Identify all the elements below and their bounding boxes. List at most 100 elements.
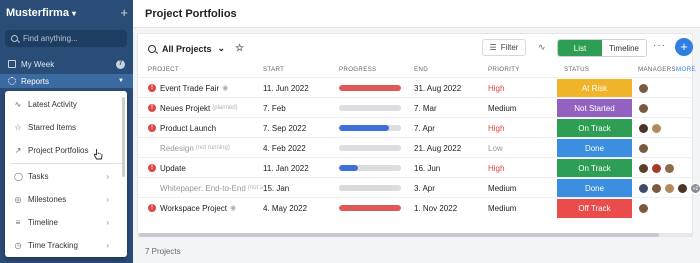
column-progress[interactable]: PROGRESS bbox=[339, 66, 376, 73]
column-more-link[interactable]: MORE bbox=[676, 66, 696, 73]
column-managers[interactable]: MANAGERS bbox=[638, 66, 676, 73]
status-cell[interactable]: Not Started bbox=[557, 98, 632, 118]
chart-icon: ↗ bbox=[14, 145, 22, 155]
activity-icon[interactable]: ∿ bbox=[538, 42, 546, 53]
start-date: 7. Sep 2022 bbox=[263, 123, 307, 133]
start-date: 11. Jun 2022 bbox=[263, 83, 309, 93]
avatar[interactable] bbox=[638, 102, 649, 114]
status-cell[interactable]: At Risk bbox=[557, 78, 632, 98]
more-managers-badge[interactable]: +2 bbox=[690, 182, 700, 194]
status-badge[interactable]: On Track bbox=[557, 118, 632, 138]
search-icon bbox=[11, 35, 18, 42]
table-row[interactable]: ! Neues Projekt (planned) 7. Feb 7. Mar Mediu… bbox=[138, 97, 694, 118]
progress-cell bbox=[339, 158, 401, 178]
menu-item-starred-items[interactable]: ☆ Starred Items bbox=[5, 117, 123, 137]
managers-cell bbox=[638, 98, 651, 118]
avatar[interactable] bbox=[638, 162, 649, 174]
table-row[interactable]: ! Product Launch 7. Sep 2022 7. Apr High On T… bbox=[138, 117, 694, 138]
project-cell[interactable]: Redesign (not running) bbox=[148, 138, 230, 158]
menu-item-label: Timeline bbox=[28, 217, 58, 227]
avatar[interactable] bbox=[651, 122, 662, 134]
menu-item-milestones[interactable]: ◎ Milestones › bbox=[5, 189, 123, 209]
status-cell[interactable]: Off Track bbox=[557, 198, 632, 218]
chevron-right-icon: › bbox=[106, 217, 109, 227]
menu-item-time-tracking[interactable]: ◷ Time Tracking › bbox=[5, 235, 123, 255]
eye-icon[interactable]: ◉ bbox=[230, 204, 236, 212]
project-cell[interactable]: ! Event Trade Fair ◉ bbox=[148, 78, 228, 98]
priority: High bbox=[488, 83, 505, 93]
managers-cell bbox=[638, 198, 651, 218]
avatar[interactable] bbox=[677, 182, 688, 194]
status-badge[interactable]: Done bbox=[557, 178, 632, 198]
table-row[interactable]: ! Update 11. Jan 2022 16. Jun High On Track bbox=[138, 157, 694, 178]
more-options-icon[interactable]: ··· bbox=[653, 40, 666, 51]
project-cell[interactable]: ! Update bbox=[148, 158, 186, 178]
menu-item-latest-activity[interactable]: ∿ Latest Activity bbox=[5, 94, 123, 114]
column-status[interactable]: STATUS bbox=[564, 66, 589, 73]
status-badge[interactable]: At Risk bbox=[557, 78, 632, 98]
filter-button[interactable]: ☰ Filter bbox=[482, 39, 526, 56]
list-view-button[interactable]: List bbox=[558, 40, 602, 56]
menu-item-label: Tasks bbox=[28, 171, 49, 181]
add-icon[interactable]: + bbox=[120, 5, 128, 20]
project-cell[interactable]: ! Neues Projekt (planned) bbox=[148, 98, 238, 118]
menu-item-label: Project Portfolios bbox=[28, 145, 89, 155]
progress-fill bbox=[339, 205, 401, 211]
status-cell[interactable]: On Track bbox=[557, 158, 632, 178]
star-icon[interactable]: ☆ bbox=[235, 43, 244, 54]
status-badge[interactable]: On Track bbox=[557, 158, 632, 178]
column-end[interactable]: END bbox=[414, 66, 428, 73]
status-cell[interactable]: Done bbox=[557, 178, 632, 198]
progress-cell bbox=[339, 198, 401, 218]
timeline-view-button[interactable]: Timeline bbox=[602, 40, 646, 56]
progress-bar bbox=[339, 205, 401, 211]
project-note: (not running) bbox=[195, 145, 230, 151]
column-priority[interactable]: PRIORITY bbox=[488, 66, 520, 73]
progress-cell bbox=[339, 78, 401, 98]
add-project-button[interactable]: + bbox=[675, 38, 693, 56]
status-cell[interactable]: Done bbox=[557, 138, 632, 158]
table-row[interactable]: Whitepaper: End-to-End (not s 15. Jan 3. Ap… bbox=[138, 177, 700, 198]
project-cell[interactable]: Whitepaper: End-to-End (not s bbox=[148, 178, 263, 198]
avatar[interactable] bbox=[638, 82, 649, 94]
workspace-switcher[interactable]: Musterfirma ▾ bbox=[6, 7, 76, 19]
count-badge: 7 bbox=[116, 59, 125, 69]
project-cell[interactable]: ! Workspace Project ◉ bbox=[148, 198, 236, 218]
avatar[interactable] bbox=[664, 182, 675, 194]
progress-bar bbox=[339, 85, 401, 91]
start-date: 15. Jan bbox=[263, 183, 290, 193]
managers-cell bbox=[638, 78, 651, 98]
project-cell[interactable]: ! Product Launch bbox=[148, 118, 216, 138]
column-start[interactable]: START bbox=[263, 66, 284, 73]
check-circle-icon: ◯ bbox=[14, 171, 23, 181]
eye-icon[interactable]: ◉ bbox=[222, 84, 228, 92]
search-input[interactable]: Find anything... bbox=[5, 30, 127, 47]
column-project[interactable]: PROJECT bbox=[148, 66, 179, 73]
avatar[interactable] bbox=[638, 142, 649, 154]
status-cell[interactable]: On Track bbox=[557, 118, 632, 138]
horizontal-scrollbar[interactable] bbox=[137, 233, 693, 237]
menu-item-project-portfolios[interactable]: ↗ Project Portfolios bbox=[5, 140, 123, 160]
avatar[interactable] bbox=[638, 182, 649, 194]
avatar[interactable] bbox=[651, 162, 662, 174]
view-selector[interactable]: All Projects ⌄ ☆ bbox=[148, 43, 244, 54]
status-badge[interactable]: Not Started bbox=[557, 98, 632, 118]
table-row[interactable]: ! Event Trade Fair ◉ 11. Jun 2022 31. Aug 20… bbox=[138, 77, 694, 98]
sidebar-item-reports[interactable]: Reports ▼ bbox=[0, 74, 133, 88]
avatar[interactable] bbox=[638, 122, 649, 134]
project-note: (planned) bbox=[212, 105, 238, 111]
project-name: Event Trade Fair bbox=[160, 83, 220, 93]
table-row[interactable]: ! Workspace Project ◉ 4. May 2022 1. Nov 202… bbox=[138, 197, 694, 218]
menu-item-timeline[interactable]: ≡ Timeline › bbox=[5, 212, 123, 232]
menu-item-tasks[interactable]: ◯ Tasks › bbox=[5, 166, 123, 186]
avatar[interactable] bbox=[651, 182, 662, 194]
end-date: 31. Aug 2022 bbox=[414, 83, 462, 93]
scrollbar-thumb[interactable] bbox=[139, 233, 659, 237]
avatar[interactable] bbox=[664, 162, 675, 174]
avatar[interactable] bbox=[638, 202, 649, 214]
status-badge[interactable]: Done bbox=[557, 138, 632, 158]
priority: High bbox=[488, 163, 505, 173]
sidebar-item-my-week[interactable]: My Week 7 bbox=[0, 57, 133, 71]
status-badge[interactable]: Off Track bbox=[557, 198, 632, 218]
table-row[interactable]: Redesign (not running) 4. Feb 2022 21. Aug … bbox=[138, 137, 694, 158]
